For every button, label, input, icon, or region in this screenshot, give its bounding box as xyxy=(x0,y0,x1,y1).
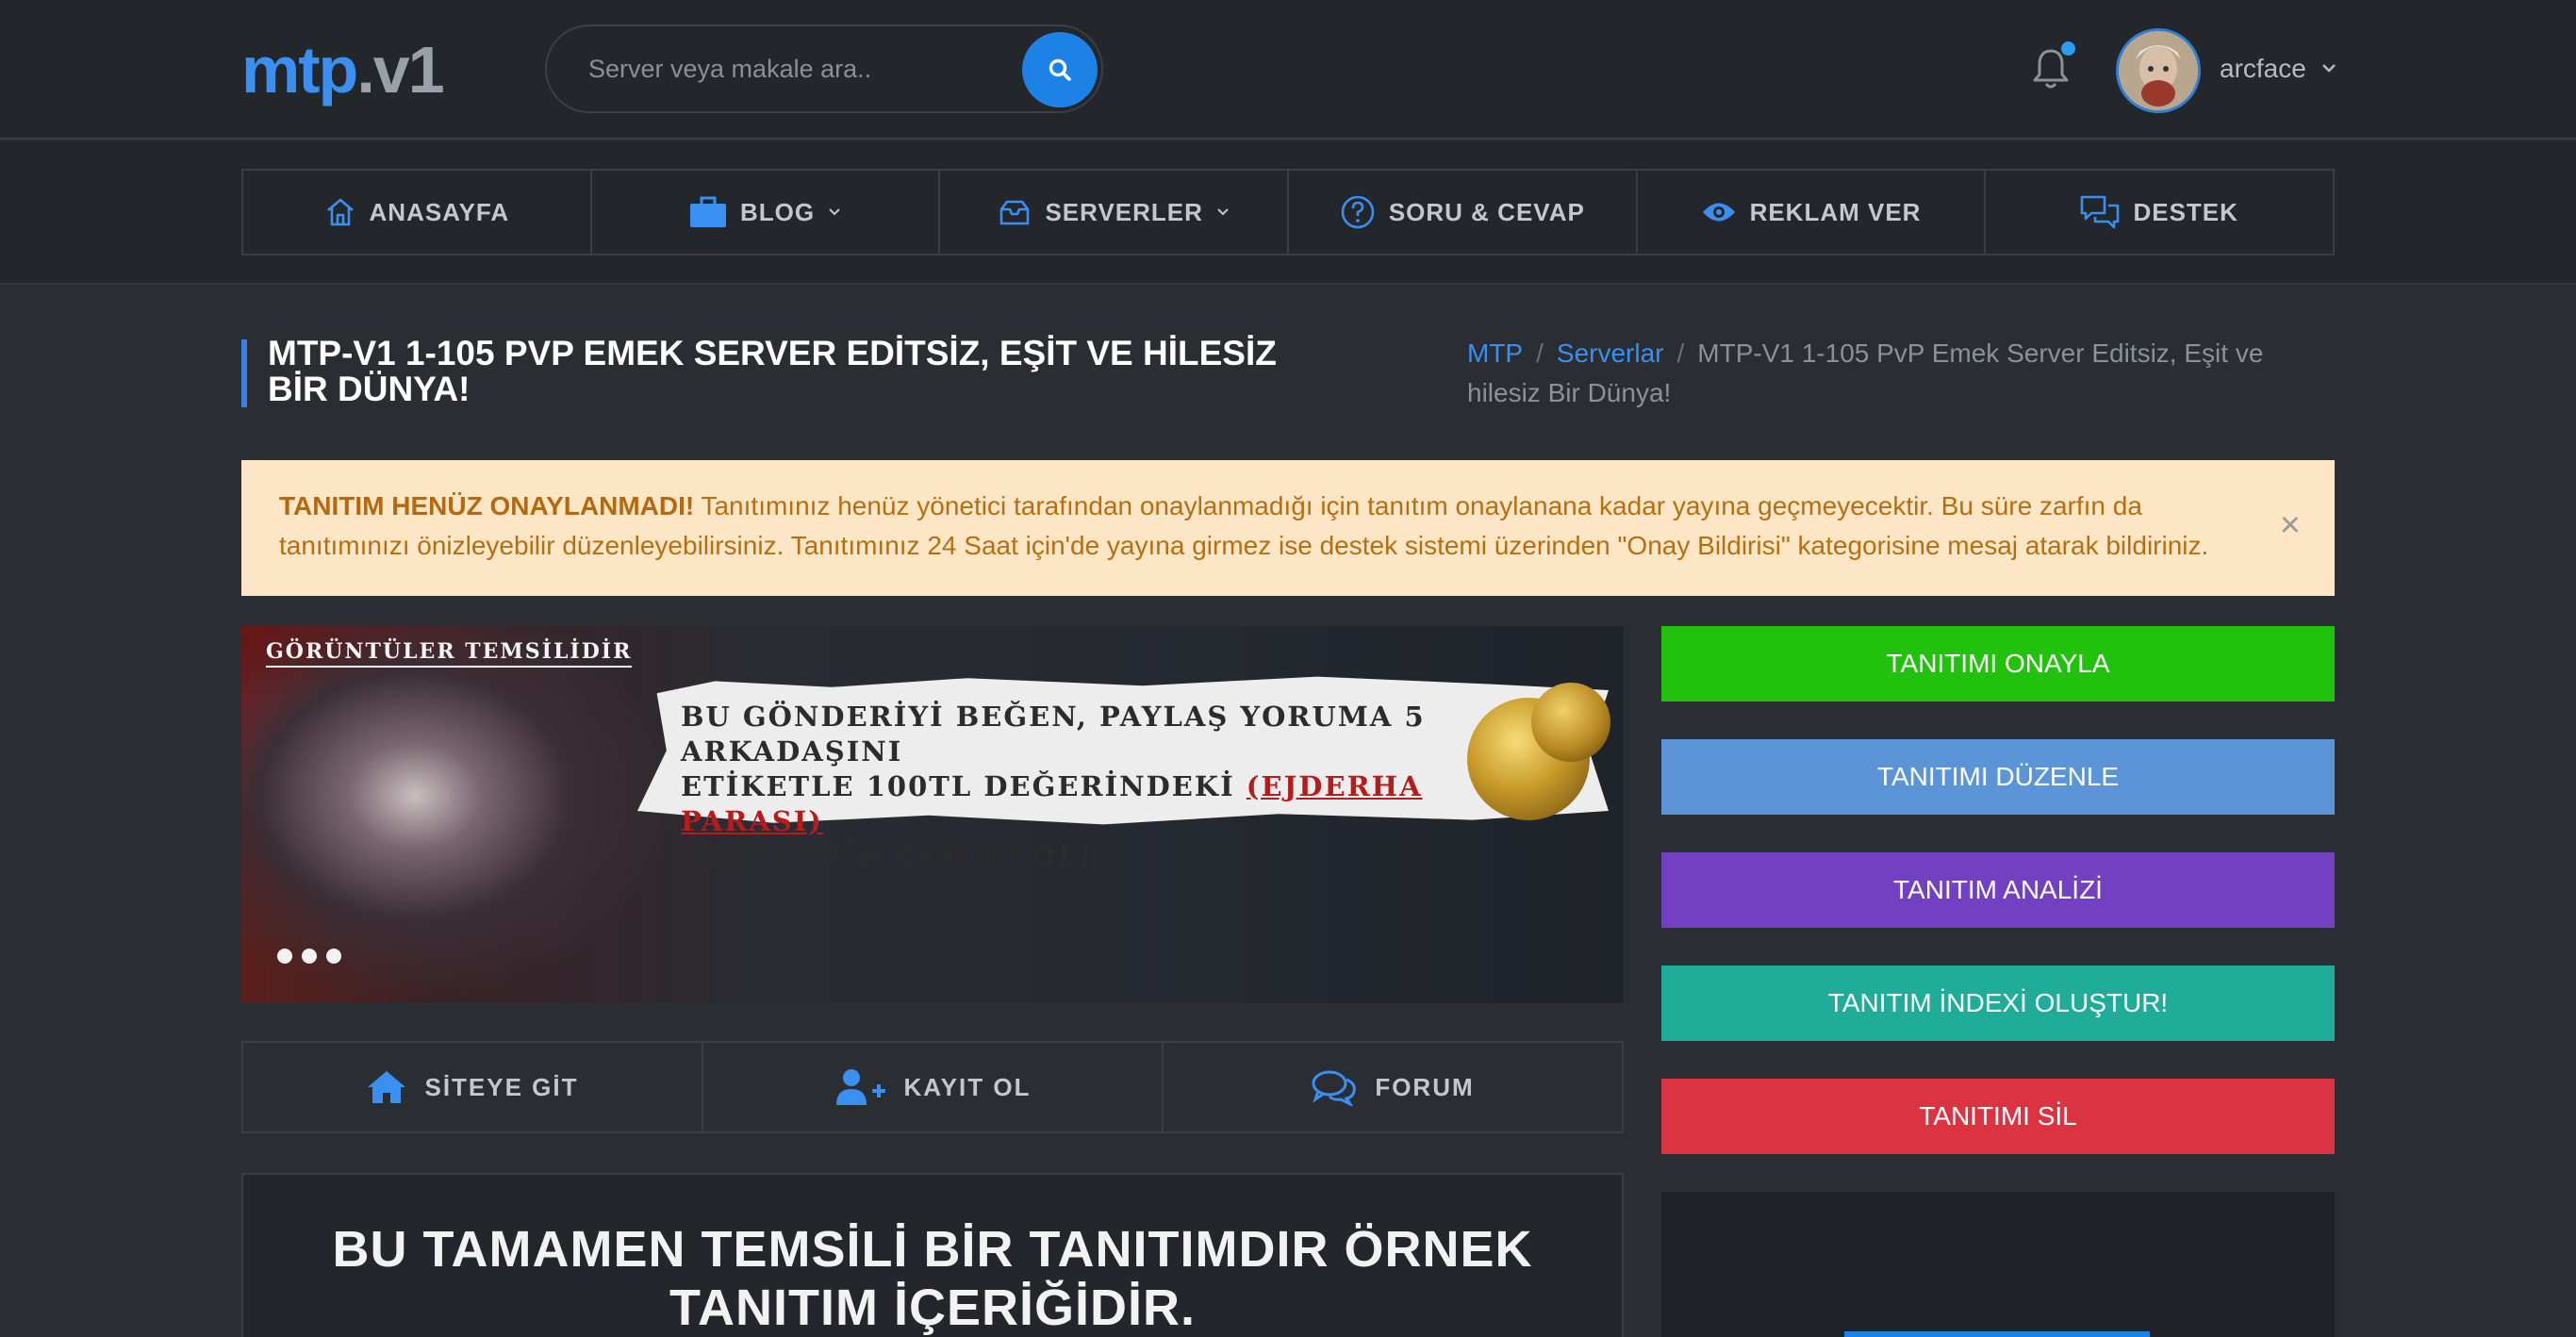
site-logo[interactable]: mtp.v1 xyxy=(241,33,445,107)
pending-approval-alert: TANITIM HENÜZ ONAYLANMADI! Tanıtımınız h… xyxy=(241,460,2335,596)
chevron-down-icon xyxy=(829,208,840,216)
content-box: BU TAMAMEN TEMSİLİ BİR TANITIMDIR ÖRNEK … xyxy=(241,1173,1624,1337)
chevron-down-icon[interactable] xyxy=(2321,62,2337,74)
nav-item-destek[interactable]: DESTEK xyxy=(1986,171,2333,254)
search-input[interactable] xyxy=(547,26,999,111)
avatar[interactable] xyxy=(2116,28,2201,113)
breadcrumb-separator: / xyxy=(1676,338,1685,368)
search-icon xyxy=(1049,58,1071,81)
create-index-button[interactable]: TANITIM İNDEXİ OLUŞTUR! xyxy=(1661,966,2335,1041)
gold-coin-image xyxy=(1531,683,1610,762)
nav-label: SERVERLER xyxy=(1045,197,1203,226)
breadcrumb-link-serverlar[interactable]: Serverlar xyxy=(1557,338,1664,368)
banner-text: BU GÖNDERİYİ BEĞEN, PAYLAŞ YORUMA 5 ARKA… xyxy=(681,700,1511,874)
avatar-image xyxy=(2119,31,2198,110)
approve-button[interactable]: TANITIMI ONAYLA xyxy=(1661,626,2335,702)
nav-label: REKLAM VER xyxy=(1749,197,1922,226)
nav-label: DESTEK xyxy=(2133,197,2238,226)
link-kayit-ol[interactable]: KAYIT OL xyxy=(703,1043,1164,1131)
notification-dot xyxy=(2061,41,2075,56)
carousel-dot[interactable] xyxy=(326,949,341,964)
content-title: BU TAMAMEN TEMSİLİ BİR TANITIMDIR ÖRNEK … xyxy=(332,1221,1533,1336)
analytics-button[interactable]: TANITIM ANALİZİ xyxy=(1661,852,2335,928)
banner-tag: GÖRÜNTÜLER TEMSİLİDİR xyxy=(266,639,633,668)
chat-icon xyxy=(2081,195,2120,229)
banner-line-2-a: ETİKETLE 100TL DEĞERİNDEKİ xyxy=(681,770,1235,802)
edit-button[interactable]: TANITIMI DÜZENLE xyxy=(1661,739,2335,815)
inbox-icon xyxy=(1000,200,1030,225)
link-siteye-git[interactable]: SİTEYE GİT xyxy=(243,1043,703,1131)
breadcrumb-link-mtp[interactable]: MTP xyxy=(1467,338,1523,368)
comments-icon xyxy=(1312,1070,1357,1106)
chevron-down-icon xyxy=(1217,208,1229,216)
search-box xyxy=(545,25,1103,113)
nav-label: SORU & CEVAP xyxy=(1388,197,1585,226)
username[interactable]: arcface xyxy=(2220,53,2306,85)
sidebar-box-accent xyxy=(1844,1331,2150,1337)
character-artwork xyxy=(241,626,675,1003)
link-label: KAYIT OL xyxy=(903,1072,1032,1101)
user-plus-icon xyxy=(835,1069,885,1105)
top-header: mtp.v1 arcface xyxy=(0,0,2576,140)
link-label: FORUM xyxy=(1375,1072,1475,1101)
search-button[interactable] xyxy=(1022,32,1098,107)
action-buttons: TANITIMI ONAYLA TANITIMI DÜZENLE TANITIM… xyxy=(1661,626,2335,1192)
nav-item-serverler[interactable]: SERVERLER xyxy=(940,171,1290,254)
breadcrumb: MTP / Serverlar / MTP-V1 1-105 PvP Emek Serv… xyxy=(1467,334,2297,413)
link-label: SİTEYE GİT xyxy=(424,1072,579,1101)
banner-line-1: BU GÖNDERİYİ BEĞEN, PAYLAŞ YORUMA 5 ARKA… xyxy=(681,701,1426,768)
carousel-dot[interactable] xyxy=(302,949,317,964)
home-icon xyxy=(368,1071,406,1103)
eye-icon xyxy=(1702,203,1735,222)
delete-button[interactable]: TANITIMI SİL xyxy=(1661,1079,2335,1154)
nav-label: ANASAYFA xyxy=(369,197,510,226)
breadcrumb-separator: / xyxy=(1536,338,1544,368)
link-forum[interactable]: FORUM xyxy=(1164,1043,1622,1131)
carousel-dots xyxy=(277,949,341,964)
title-accent-bar xyxy=(241,339,247,407)
banner-line-3: ÖDÜLÜNÜN SAHİBİ OL! xyxy=(681,840,1094,872)
nav-item-reklam-ver[interactable]: REKLAM VER xyxy=(1638,171,1987,254)
logo-part2: .v1 xyxy=(356,33,444,107)
nav-item-soru-cevap[interactable]: SORU & CEVAP xyxy=(1289,171,1638,254)
main-nav-bar: ANASAYFA BLOG SERVERLER SORU & CEVAP REK… xyxy=(0,141,2576,285)
sidebar-box xyxy=(1661,1192,2335,1337)
close-icon[interactable]: × xyxy=(2280,507,2301,543)
banner-line-2: ETİKETLE 100TL DEĞERİNDEKİ (EJDERHA PARA… xyxy=(681,769,1511,839)
nav-item-anasayfa[interactable]: ANASAYFA xyxy=(243,171,592,254)
logo-part1: mtp xyxy=(241,33,358,107)
main-nav: ANASAYFA BLOG SERVERLER SORU & CEVAP REK… xyxy=(241,169,2335,256)
briefcase-icon xyxy=(689,196,726,227)
question-icon xyxy=(1341,195,1375,229)
home-icon xyxy=(326,198,354,226)
promo-banner[interactable]: GÖRÜNTÜLER TEMSİLİDİR BU GÖNDERİYİ BEĞEN… xyxy=(241,626,1624,1003)
carousel-dot[interactable] xyxy=(277,949,292,964)
alert-title: TANITIM HENÜZ ONAYLANMADI! xyxy=(279,491,695,520)
nav-label: BLOG xyxy=(739,197,816,226)
page-title: MTP-V1 1-105 PVP EMEK SERVER EDİTSİZ, EŞ… xyxy=(268,334,1277,408)
server-links: SİTEYE GİT KAYIT OL FORUM xyxy=(241,1041,1624,1133)
nav-item-blog[interactable]: BLOG xyxy=(592,171,941,254)
